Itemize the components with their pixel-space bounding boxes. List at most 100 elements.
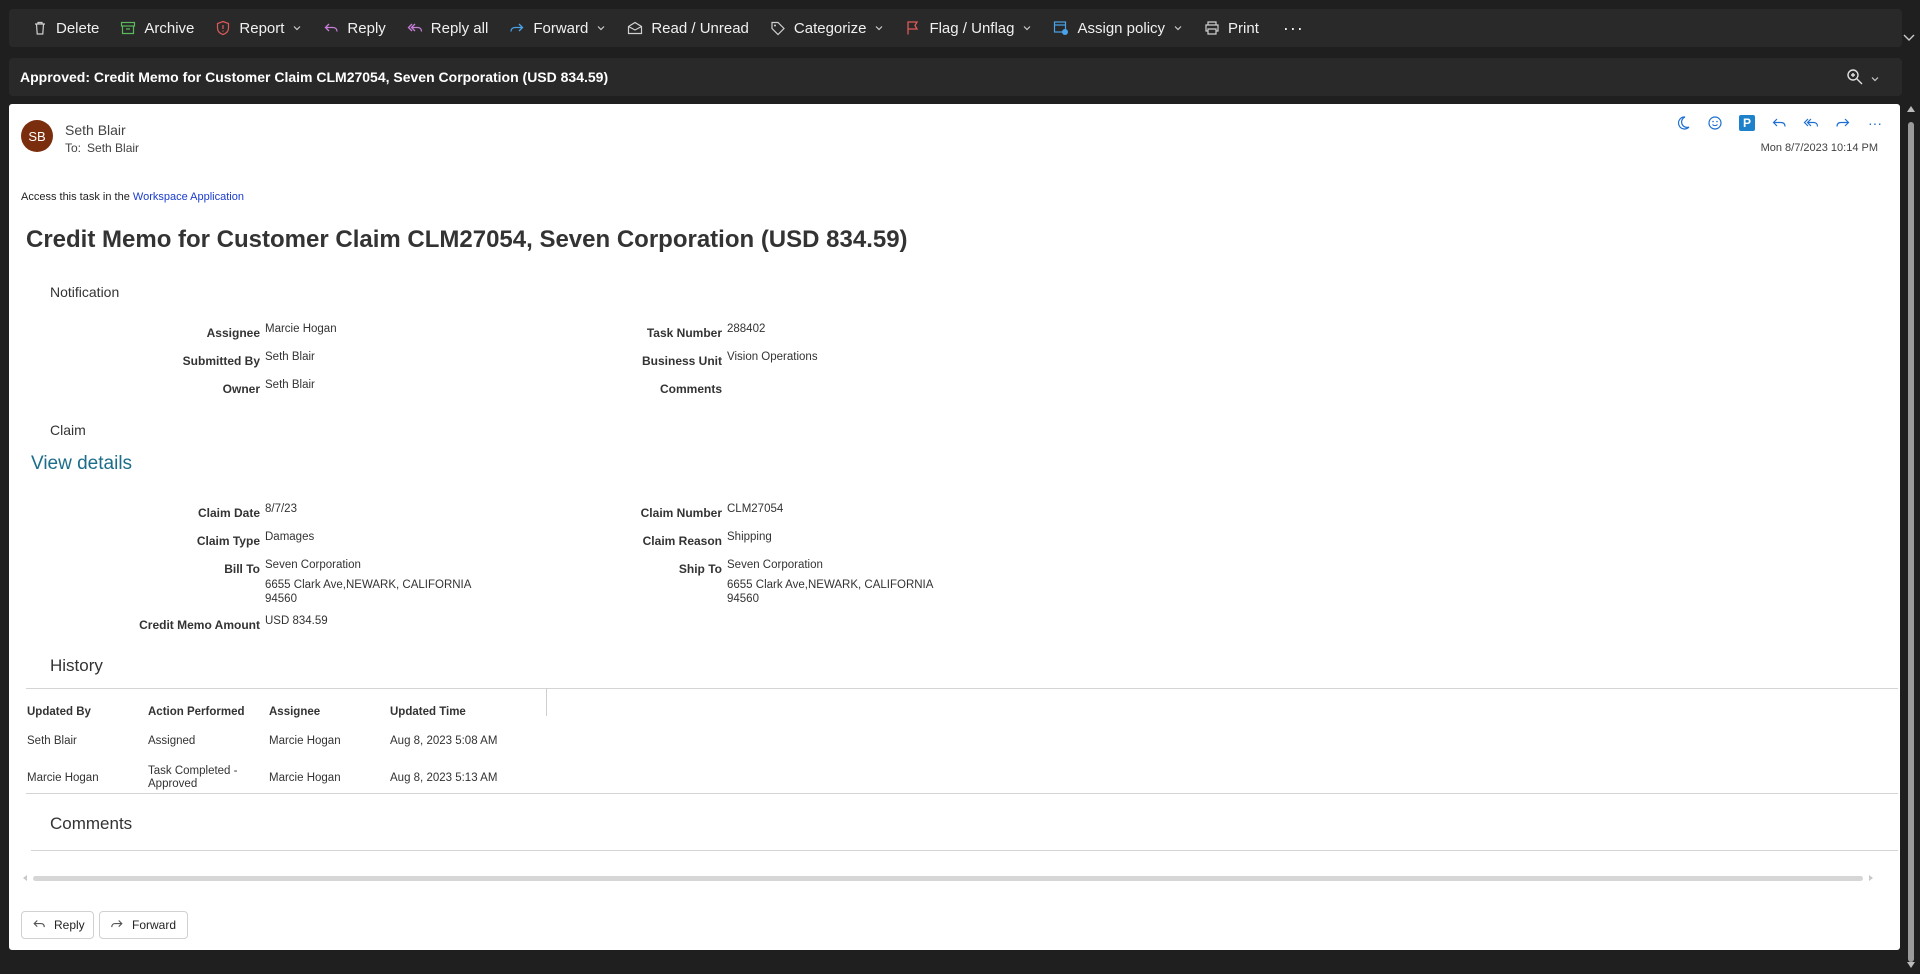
immersive-reader-moon-icon[interactable] — [1674, 114, 1692, 132]
history-divider — [26, 688, 1898, 689]
submitted-by-label: Submitted By — [182, 354, 260, 368]
claim-heading: Claim — [50, 422, 86, 438]
flag-icon — [904, 19, 922, 37]
bill-to-value: Seven Corporation 6655 Clark Ave,NEWARK,… — [265, 558, 471, 606]
chevron-down-icon — [874, 23, 884, 33]
trash-icon — [31, 19, 49, 37]
scroll-right-arrow-icon[interactable] — [1869, 875, 1873, 881]
history-row1-assignee: Marcie Hogan — [269, 735, 341, 747]
shield-warning-icon — [214, 19, 232, 37]
bottom-forward-label: Forward — [132, 918, 177, 932]
reply-all-icon[interactable] — [1802, 114, 1820, 132]
delete-button[interactable]: Delete — [21, 13, 109, 43]
credit-memo-amount-label: Credit Memo Amount — [139, 618, 260, 632]
scrollbar-thumb[interactable] — [1908, 122, 1914, 962]
claim-date-value: 8/7/23 — [265, 503, 297, 515]
ribbon-collapse-chevron-icon[interactable] — [1902, 30, 1916, 44]
emoji-icon[interactable] — [1706, 114, 1724, 132]
more-options-button[interactable]: ··· — [1866, 114, 1884, 132]
scroll-left-arrow-icon[interactable] — [23, 875, 27, 881]
comments-heading: Comments — [50, 814, 133, 833]
flag-unflag-button[interactable]: Flag / Unflag — [894, 13, 1042, 43]
print-button[interactable]: Print — [1193, 13, 1269, 43]
zoom-icon — [1846, 68, 1864, 91]
history-row2-action-line1: Task Completed - — [148, 765, 238, 777]
business-unit-value: Vision Operations — [727, 351, 818, 363]
claim-number-label: Claim Number — [640, 506, 722, 520]
categorize-button[interactable]: Categorize — [759, 13, 895, 43]
archive-button[interactable]: Archive — [109, 13, 204, 43]
history-header-updated-time: Updated Time — [390, 706, 466, 718]
claim-reason-label: Claim Reason — [642, 534, 722, 548]
message-date: Mon 8/7/2023 10:14 PM — [1760, 142, 1878, 154]
bottom-forward-button[interactable]: Forward — [99, 911, 188, 939]
bill-to-label: Bill To — [224, 562, 260, 576]
history-row2-action: Task Completed - Approved — [148, 765, 237, 791]
claim-type-label: Claim Type — [196, 534, 260, 548]
forward-icon[interactable] — [1834, 114, 1852, 132]
access-line: Access this task in the Workspace Applic… — [21, 191, 244, 203]
to-label: To: — [65, 141, 82, 155]
policy-icon — [1052, 19, 1070, 37]
chevron-down-icon — [1022, 23, 1032, 33]
subject-bar: Approved: Credit Memo for Customer Claim… — [9, 58, 1902, 96]
more-actions-button[interactable]: ··· — [1269, 13, 1318, 43]
ship-to-value: Seven Corporation 6655 Clark Ave,NEWARK,… — [727, 558, 933, 606]
scroll-up-arrow-icon[interactable] — [1907, 106, 1915, 112]
vertical-scrollbar[interactable] — [1906, 104, 1916, 968]
zoom-button[interactable] — [1846, 68, 1880, 91]
submitted-by-value: Seth Blair — [265, 351, 315, 363]
view-details-link[interactable]: View details — [31, 453, 132, 475]
ship-to-address-line2: 94560 — [727, 593, 759, 605]
assign-policy-button[interactable]: Assign policy — [1042, 13, 1193, 43]
plugin-p-icon[interactable]: P — [1738, 114, 1756, 132]
horizontal-scrollbar[interactable] — [23, 874, 1873, 882]
horizontal-scrollbar-thumb[interactable] — [33, 876, 1863, 881]
bill-to-address-line2: 94560 — [265, 593, 297, 605]
assignee-value: Marcie Hogan — [265, 323, 337, 335]
forward-icon — [508, 19, 526, 37]
delete-label: Delete — [56, 19, 100, 37]
history-heading: History — [50, 656, 103, 675]
forward-label: Forward — [533, 19, 589, 37]
notification-heading: Notification — [50, 284, 120, 300]
claim-date-label: Claim Date — [197, 506, 260, 520]
chevron-down-icon — [1870, 71, 1880, 89]
history-row1-action: Assigned — [148, 735, 196, 747]
history-row2-assignee: Marcie Hogan — [269, 772, 341, 784]
assignee-label: Assignee — [206, 326, 260, 340]
print-label: Print — [1228, 19, 1259, 37]
recipient-name[interactable]: Seth Blair — [87, 141, 139, 155]
archive-label: Archive — [144, 19, 195, 37]
tag-icon — [769, 19, 787, 37]
printer-icon — [1203, 19, 1221, 37]
reply-icon — [32, 917, 46, 934]
workspace-application-link[interactable]: Workspace Application — [133, 191, 244, 203]
reply-all-button[interactable]: Reply all — [396, 13, 499, 43]
message-actions: P ··· — [1674, 114, 1884, 132]
report-button[interactable]: Report — [204, 13, 312, 43]
history-header-assignee: Assignee — [269, 706, 321, 718]
avatar[interactable]: SB — [21, 120, 53, 152]
page-title: Credit Memo for Customer Claim CLM27054,… — [26, 226, 908, 253]
task-number-label: Task Number — [646, 326, 722, 340]
history-row2-updated-time: Aug 8, 2023 5:13 AM — [390, 772, 498, 784]
categorize-label: Categorize — [793, 19, 867, 37]
reply-icon[interactable] — [1770, 114, 1788, 132]
bottom-reply-button[interactable]: Reply — [21, 911, 94, 939]
read-unread-label: Read / Unread — [651, 19, 749, 37]
sender-name[interactable]: Seth Blair — [65, 122, 126, 138]
credit-memo-amount-value: USD 834.59 — [265, 615, 328, 627]
read-unread-button[interactable]: Read / Unread — [616, 13, 759, 43]
forward-button[interactable]: Forward — [498, 13, 616, 43]
owner-label: Owner — [222, 382, 260, 396]
ship-to-name: Seven Corporation — [727, 559, 823, 571]
comments-divider — [31, 850, 1898, 851]
chevron-down-icon — [1173, 23, 1183, 33]
report-label: Report — [239, 19, 285, 37]
owner-value: Seth Blair — [265, 379, 315, 391]
ship-to-label: Ship To — [678, 562, 722, 576]
scroll-down-arrow-icon[interactable] — [1907, 962, 1915, 968]
reply-button[interactable]: Reply — [312, 13, 395, 43]
business-unit-label: Business Unit — [641, 354, 722, 368]
